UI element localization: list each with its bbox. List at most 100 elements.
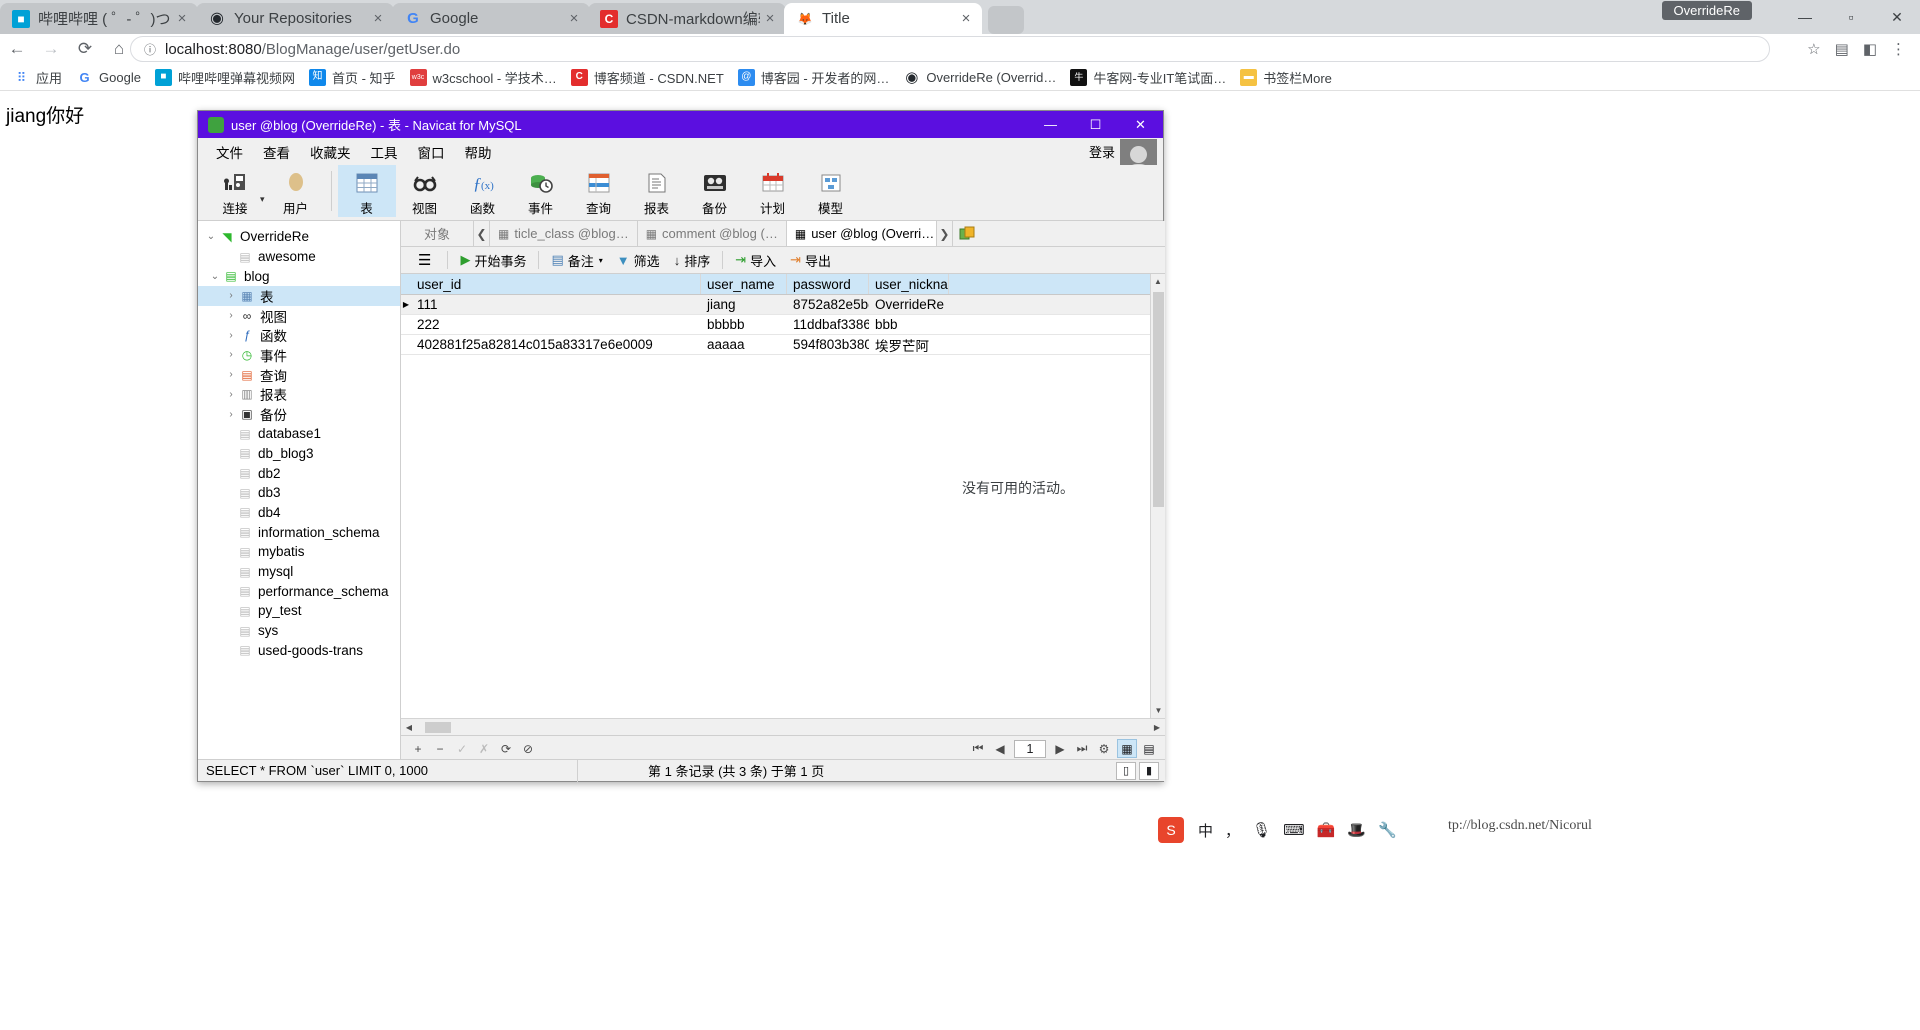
ime-toolbar[interactable]: S 中 ， 🎙 ⌨ 🧰 🎩 🔧	[1152, 815, 1403, 845]
toolbar-button-query[interactable]: 查询	[570, 165, 628, 217]
browser-tab-1[interactable]: ◉ Your Repositories ×	[196, 3, 394, 34]
user-profile-badge[interactable]: OverrideRe	[1661, 1, 1752, 20]
menu-item-view[interactable]: 查看	[253, 138, 300, 165]
toolbar-button-event[interactable]: 事件	[512, 165, 570, 217]
bookmark-nowcoder[interactable]: 牛 牛客网-专业IT笔试面…	[1063, 65, 1233, 89]
tree-item-db2[interactable]: ▤ db2	[198, 463, 400, 483]
bookmark-cnblogs[interactable]: @ 博客园 - 开发者的网…	[731, 65, 897, 89]
bookmark-github[interactable]: ◉ OverrideRe (Overrid…	[896, 65, 1063, 89]
ime-settings-icon[interactable]: 🔧	[1378, 821, 1397, 839]
cell-user_name[interactable]: bbbbb	[701, 315, 787, 334]
chevron-right-icon[interactable]: ›	[224, 330, 238, 341]
ime-toolbox-icon[interactable]: 🧰	[1317, 821, 1336, 839]
new-document-tab-button[interactable]	[951, 221, 982, 246]
navicat-object-tree[interactable]: ⌄ ◥ OverrideRe ▤ awesome ⌄ ▤ blog › ▦ 表 …	[198, 221, 401, 761]
toolbar-button-user[interactable]: 用户	[267, 165, 325, 217]
form-view-button[interactable]: ▤	[1139, 739, 1159, 758]
table-row[interactable]: 402881f25a82814c015a83317e6e0009 aaaaa 5…	[401, 335, 1150, 355]
minimize-button[interactable]: —	[1782, 0, 1828, 34]
sort-button[interactable]: ↓ 排序	[667, 247, 718, 274]
scrollbar-track[interactable]	[417, 719, 1149, 736]
begin-transaction-button[interactable]: ▶ 开始事务	[453, 247, 533, 274]
browser-tab-2[interactable]: G Google ×	[392, 3, 590, 34]
tree-item-performance_schema[interactable]: ▤ performance_schema	[198, 581, 400, 601]
extension-icon[interactable]: ▤	[1835, 40, 1849, 58]
cell-user_nickname[interactable]: 埃罗芒阿	[869, 335, 949, 354]
tree-item-views[interactable]: › ∞ 视图	[198, 306, 400, 326]
bookmark-csdn[interactable]: C 博客频道 - CSDN.NET	[564, 65, 731, 89]
tree-item-used-goods-trans[interactable]: ▤ used-goods-trans	[198, 640, 400, 660]
scroll-left-icon[interactable]: ◀	[401, 723, 417, 732]
chevron-down-icon[interactable]: ⌄	[204, 231, 218, 242]
forward-icon[interactable]: →	[34, 34, 68, 64]
bookmark-w3cschool[interactable]: w3c w3cschool - 学技术…	[403, 65, 564, 89]
chevron-right-icon[interactable]: ›	[224, 409, 238, 420]
navicat-maximize-button[interactable]: ☐	[1073, 111, 1118, 138]
cell-password[interactable]: 8752a82e5bc	[787, 295, 869, 314]
toolbar-button-function[interactable]: ƒ (x) 函数	[454, 165, 512, 217]
filter-button[interactable]: ▼ 筛选	[610, 247, 667, 274]
bookmark-zhihu[interactable]: 知 首页 - 知乎	[302, 65, 403, 89]
back-icon[interactable]: ←	[0, 34, 34, 64]
chevron-down-icon[interactable]: ▾	[260, 194, 265, 205]
maximize-button[interactable]: ▫	[1828, 0, 1874, 34]
tree-item-overridere[interactable]: ⌄ ◥ OverrideRe	[198, 227, 400, 247]
ime-punctuation-icon[interactable]: ，	[1225, 820, 1240, 841]
tab-close-icon[interactable]: ×	[760, 10, 780, 27]
grid-vertical-scrollbar[interactable]: ▲ ▼	[1150, 274, 1165, 718]
tree-item-mybatis[interactable]: ▤ mybatis	[198, 542, 400, 562]
gear-icon[interactable]: ⚙	[1093, 739, 1115, 759]
chevron-right-icon[interactable]: ›	[224, 310, 238, 321]
grid-horizontal-scrollbar[interactable]: ◀ ▶	[401, 718, 1165, 735]
chevron-right-icon[interactable]: ›	[224, 349, 238, 360]
tree-item-awesome[interactable]: ▤ awesome	[198, 247, 400, 267]
chrome-menu-icon[interactable]: ⋮	[1891, 40, 1906, 58]
delete-record-button[interactable]: −	[429, 739, 451, 759]
browser-tab-3[interactable]: C CSDN-markdown编辑器 ×	[588, 3, 786, 34]
tree-item-py_test[interactable]: ▤ py_test	[198, 601, 400, 621]
tree-item-sys[interactable]: ▤ sys	[198, 621, 400, 641]
column-header-password[interactable]: password	[787, 274, 869, 294]
tab-close-icon[interactable]: ×	[368, 10, 388, 27]
scrollbar-thumb[interactable]	[425, 721, 451, 733]
tree-item-db4[interactable]: ▤ db4	[198, 503, 400, 523]
tree-item-queries[interactable]: › ▤ 查询	[198, 365, 400, 385]
tree-item-db3[interactable]: ▤ db3	[198, 483, 400, 503]
document-tab-user[interactable]: ▦ user @blog (Overri…	[785, 221, 936, 246]
navicat-title-bar[interactable]: user @blog (OverrideRe) - 表 - Navicat fo…	[198, 111, 1163, 138]
toolbar-button-view[interactable]: 视图	[396, 165, 454, 217]
next-page-button[interactable]: ▶	[1049, 739, 1071, 759]
navicat-minimize-button[interactable]: —	[1028, 111, 1073, 138]
column-header-user_nickname[interactable]: user_nickna	[869, 274, 949, 294]
toggle-left-pane-button[interactable]: ▯	[1116, 761, 1136, 780]
tree-item-db_blog3[interactable]: ▤ db_blog3	[198, 444, 400, 464]
toolbar-button-schedule[interactable]: 计划	[744, 165, 802, 217]
menu-item-window[interactable]: 窗口	[408, 138, 455, 165]
last-page-button[interactable]: ⏭	[1071, 739, 1093, 759]
document-tab-comment[interactable]: ▦ comment @blog (…	[636, 221, 786, 246]
bookmark-folder-more[interactable]: ▬ 书签栏More	[1233, 65, 1339, 89]
chevron-right-icon[interactable]: ›	[224, 290, 238, 301]
tree-item-tables[interactable]: › ▦ 表	[198, 286, 400, 306]
menu-item-file[interactable]: 文件	[206, 138, 253, 165]
column-header-user_id[interactable]: user_id	[411, 274, 701, 294]
toolbar-button-table[interactable]: 表	[337, 165, 396, 217]
chevron-down-icon[interactable]: ▾	[599, 256, 603, 265]
chevron-right-icon[interactable]: ›	[224, 389, 238, 400]
tree-item-information_schema[interactable]: ▤ information_schema	[198, 522, 400, 542]
import-button[interactable]: ⇥ 导入	[728, 247, 783, 274]
cell-password[interactable]: 11ddbaf3386	[787, 315, 869, 334]
cell-user_nickname[interactable]: bbb	[869, 315, 949, 334]
add-record-button[interactable]: +	[407, 739, 429, 759]
reload-icon[interactable]: ⟳	[68, 34, 102, 64]
tree-item-blog[interactable]: ⌄ ▤ blog	[198, 266, 400, 286]
browser-tab-4[interactable]: 🦊 Title ×	[784, 3, 982, 34]
bookmark-bilibili[interactable]: ■ 哔哩哔哩弹幕视频网	[148, 65, 302, 89]
bookmark-apps[interactable]: ⠿ 应用	[6, 65, 69, 89]
tree-item-database1[interactable]: ▤ database1	[198, 424, 400, 444]
cell-user_nickname[interactable]: OverrideRe	[869, 295, 949, 314]
first-page-button[interactable]: ⏮	[967, 739, 989, 759]
column-header-user_name[interactable]: user_name	[701, 274, 787, 294]
cell-password[interactable]: 594f803b380.	[787, 335, 869, 354]
scroll-right-icon[interactable]: ▶	[1149, 723, 1165, 732]
